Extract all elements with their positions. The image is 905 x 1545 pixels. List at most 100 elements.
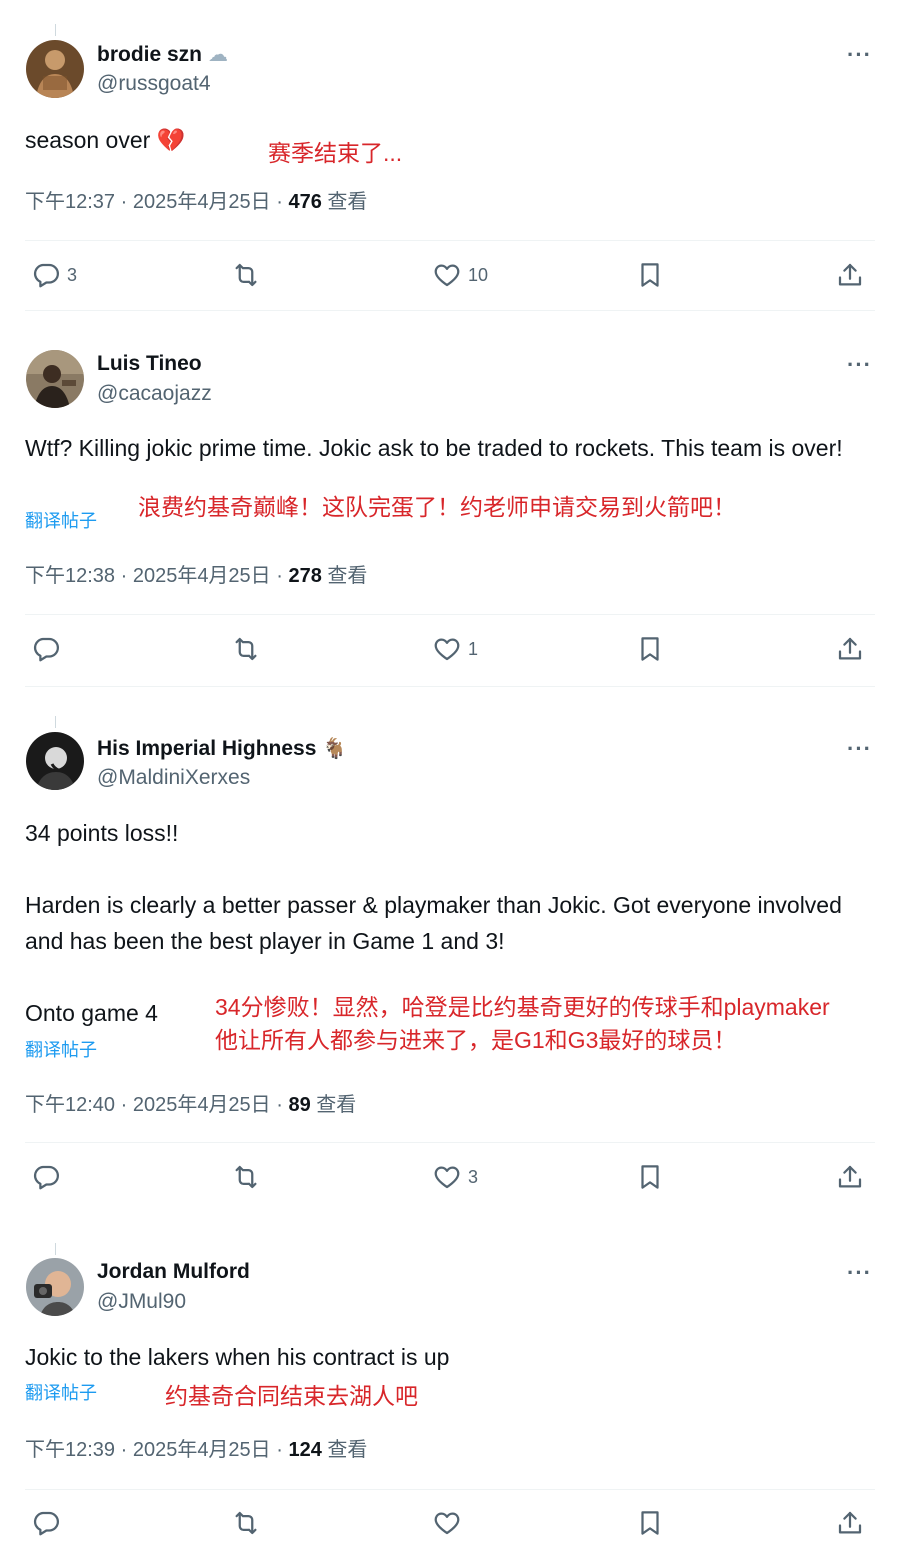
bookmark-icon — [635, 1508, 665, 1538]
weather-badge-icon: ☁ — [208, 44, 229, 66]
post: Luis Tineo @cacaojazz ··· Wtf? Killing j… — [0, 312, 905, 688]
reply-icon — [31, 1162, 61, 1192]
broken-heart-icon: 💔 — [156, 127, 186, 153]
post-meta: 下午12:39 · 2025年4月25日 · 124 查看 — [25, 1433, 367, 1462]
more-icon[interactable]: ··· — [847, 1260, 872, 1286]
bookmark-icon — [635, 260, 665, 290]
translation-annotation: 浪费约基奇巅峰！这队完蛋了！约老师申请交易到火箭吧！ — [138, 494, 736, 520]
bookmark-button[interactable] — [635, 1503, 665, 1543]
share-icon — [835, 260, 865, 290]
retweet-icon — [231, 1162, 261, 1192]
thread-connector — [55, 1243, 56, 1255]
thread-connector — [55, 716, 56, 728]
reply-icon — [31, 1508, 61, 1538]
divider — [25, 240, 875, 241]
share-icon — [835, 1162, 865, 1192]
handle[interactable]: @russgoat4 — [97, 72, 211, 96]
bookmark-icon — [635, 1162, 665, 1192]
reply-count: 3 — [67, 264, 78, 285]
reply-button[interactable] — [31, 1157, 61, 1197]
timestamp[interactable]: 下午12:37 · 2025年4月25日 · — [25, 191, 288, 213]
like-button[interactable]: 3 — [432, 1157, 478, 1197]
like-button[interactable]: 1 — [432, 629, 478, 669]
share-icon — [835, 1508, 865, 1538]
post-text-body: season over — [25, 127, 151, 153]
retweet-button[interactable] — [231, 255, 261, 295]
translate-post-link[interactable]: 翻译帖子 — [25, 507, 97, 533]
post-text: Jokic to the lakers when his contract is… — [25, 1344, 450, 1370]
more-icon[interactable]: ··· — [847, 42, 872, 68]
post-text: Wtf? Killing jokic prime time. Jokic ask… — [25, 435, 843, 461]
avatar[interactable] — [26, 350, 84, 408]
bookmark-icon — [635, 634, 665, 664]
translation-annotation: 34分惨败！显然，哈登是比约基奇更好的传球手和playmaker — [215, 994, 830, 1020]
bookmark-button[interactable] — [635, 1157, 665, 1197]
handle[interactable]: @MaldiniXerxes — [97, 766, 250, 790]
more-icon[interactable]: ··· — [847, 352, 872, 378]
like-count: 10 — [468, 264, 489, 285]
translation-annotation: 赛季结束了... — [268, 140, 403, 166]
avatar[interactable] — [26, 1258, 84, 1316]
translate-post-link[interactable]: 翻译帖子 — [25, 1036, 97, 1062]
timestamp[interactable]: 下午12:38 · 2025年4月25日 · — [25, 565, 288, 587]
share-icon — [835, 634, 865, 664]
view-label: 查看 — [310, 1094, 357, 1116]
like-count: 1 — [468, 638, 479, 659]
post-meta: 下午12:38 · 2025年4月25日 · 278 查看 — [25, 559, 367, 588]
share-button[interactable] — [835, 1503, 865, 1543]
name-row: Jordan Mulford — [97, 1260, 250, 1284]
share-button[interactable] — [835, 629, 865, 669]
action-bar — [0, 1503, 905, 1543]
translation-annotation: 约基奇合同结束去湖人吧 — [165, 1383, 418, 1409]
divider — [25, 1142, 875, 1143]
retweet-icon — [231, 634, 261, 664]
post-text-line: Harden is clearly a better passer & play… — [25, 892, 842, 954]
timestamp[interactable]: 下午12:40 · 2025年4月25日 · — [25, 1094, 288, 1116]
view-count: 278 — [288, 565, 322, 587]
divider — [25, 686, 875, 687]
more-icon[interactable]: ··· — [847, 736, 872, 762]
bookmark-button[interactable] — [635, 629, 665, 669]
avatar[interactable] — [26, 40, 84, 98]
post: His Imperial Highness 🐐 @MaldiniXerxes ·… — [0, 688, 905, 1213]
view-count: 476 — [288, 191, 322, 213]
retweet-icon — [231, 1508, 261, 1538]
avatar[interactable] — [26, 732, 84, 790]
display-name[interactable]: Jordan Mulford — [97, 1260, 250, 1284]
translate-post-link[interactable]: 翻译帖子 — [25, 1379, 97, 1405]
thread-connector — [55, 24, 56, 36]
bookmark-button[interactable] — [635, 255, 665, 295]
display-name[interactable]: Luis Tineo — [97, 352, 202, 376]
action-bar: 3 — [0, 1157, 905, 1197]
timestamp[interactable]: 下午12:39 · 2025年4月25日 · — [25, 1439, 288, 1461]
name-row: His Imperial Highness 🐐 — [97, 736, 347, 761]
retweet-button[interactable] — [231, 1157, 261, 1197]
display-name[interactable]: brodie szn — [97, 43, 202, 67]
handle[interactable]: @cacaojazz — [97, 382, 212, 406]
view-label: 查看 — [321, 565, 368, 587]
post-text-line: 34 points loss!! — [25, 820, 179, 846]
share-button[interactable] — [835, 1157, 865, 1197]
goat-badge-icon: 🐐 — [322, 738, 348, 760]
share-button[interactable] — [835, 255, 865, 295]
retweet-button[interactable] — [231, 629, 261, 669]
reply-button[interactable]: 3 — [31, 255, 77, 295]
display-name[interactable]: His Imperial Highness — [97, 737, 316, 761]
handle[interactable]: @JMul90 — [97, 1290, 186, 1314]
post-text-line: Onto game 4 — [25, 1000, 158, 1026]
view-label: 查看 — [321, 191, 368, 213]
view-count: 89 — [288, 1094, 311, 1116]
retweet-button[interactable] — [231, 1503, 261, 1543]
name-row: Luis Tineo — [97, 352, 202, 376]
view-count: 124 — [288, 1439, 322, 1461]
heart-icon — [432, 1508, 462, 1538]
reply-button[interactable] — [31, 1503, 61, 1543]
name-row: brodie szn ☁ — [97, 42, 228, 67]
action-bar: 1 — [0, 629, 905, 669]
like-button[interactable]: 10 — [432, 255, 488, 295]
like-button[interactable] — [432, 1503, 462, 1543]
reply-icon — [31, 260, 61, 290]
divider — [25, 614, 875, 615]
retweet-icon — [231, 260, 261, 290]
reply-button[interactable] — [31, 629, 61, 669]
